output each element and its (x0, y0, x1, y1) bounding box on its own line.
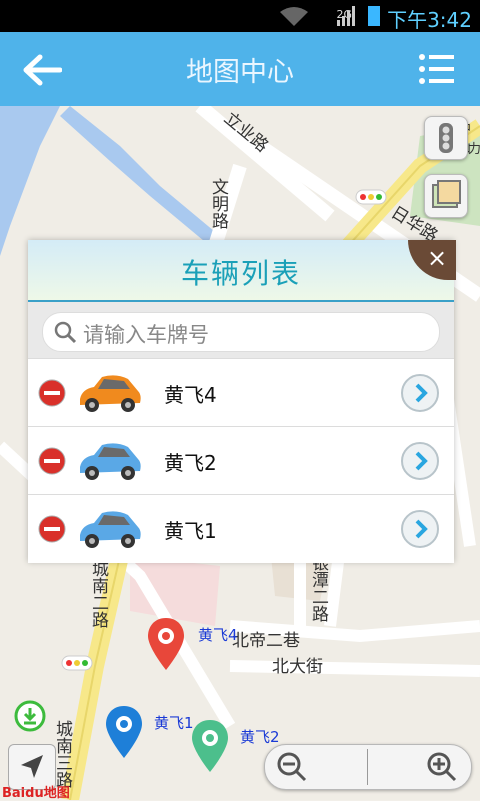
vehicle-row[interactable]: 黄飞1 (28, 494, 454, 563)
chevron-right-icon[interactable] (400, 373, 440, 413)
signal-icon (337, 6, 355, 26)
search-placeholder: 请输入车牌号 (83, 323, 209, 347)
traffic-light-icon (439, 123, 453, 153)
car-icon (80, 443, 141, 480)
download-icon[interactable] (14, 700, 46, 732)
map-marker-blue[interactable] (104, 704, 144, 760)
chevron-right-icon[interactable] (400, 509, 440, 549)
search-bar: 请输入车牌号 (28, 302, 454, 358)
vehicle-list-panel: 车辆列表 × 请输入车牌号 黄飞4 黄飞2 黄飞1 (28, 240, 456, 563)
delete-icon[interactable] (38, 379, 66, 407)
map-poi-label: 力 (468, 142, 480, 157)
close-icon: × (426, 244, 448, 272)
vehicle-row[interactable]: 黄飞4 (28, 358, 454, 427)
list-menu-icon[interactable] (418, 52, 454, 86)
vehicle-plate: 黄飞2 (164, 451, 217, 475)
car-icon (80, 375, 141, 412)
marker-label: 黄飞1 (154, 714, 194, 732)
wifi-icon (280, 7, 308, 26)
traffic-toggle-button[interactable] (424, 116, 468, 160)
chevron-right-icon[interactable] (400, 441, 440, 481)
road-label: 北帝二巷 (232, 631, 300, 651)
map-marker-red[interactable] (146, 616, 186, 672)
plate-search-input[interactable]: 请输入车牌号 (42, 312, 440, 352)
layer-switch-button[interactable] (424, 174, 468, 218)
panel-header: 车辆列表 (28, 240, 454, 302)
zoom-control (264, 744, 472, 790)
vehicle-plate: 黄飞1 (164, 519, 217, 543)
vehicle-plate: 黄飞4 (164, 383, 217, 407)
road-label: 城南二路 (88, 560, 108, 628)
marker-label: 黄飞4 (198, 626, 238, 644)
vehicle-row[interactable]: 黄飞2 (28, 426, 454, 495)
panel-title: 车辆列表 (180, 257, 301, 290)
battery-icon (368, 6, 380, 26)
clock: 下午3:42 (387, 8, 472, 32)
road-label: 银潭二路 (308, 554, 328, 622)
status-bar: 2G 下午3:42 (0, 0, 480, 32)
search-icon (54, 321, 77, 344)
zoom-in-icon[interactable] (425, 750, 461, 784)
zoom-divider (367, 749, 368, 785)
car-icon (80, 511, 141, 548)
zoom-out-icon[interactable] (275, 750, 311, 784)
map-layer-icon (432, 180, 461, 208)
baidu-map-logo: Baidu地图 (2, 786, 70, 801)
road-label: 文明路 (208, 178, 228, 229)
page-title: 地图中心 (186, 57, 294, 88)
app-header: 地图中心 (0, 32, 480, 106)
map-marker-green[interactable] (190, 718, 230, 774)
delete-icon[interactable] (38, 515, 66, 543)
road-label: 北大街 (272, 657, 323, 677)
marker-label: 黄飞2 (240, 728, 280, 746)
delete-icon[interactable] (38, 447, 66, 475)
